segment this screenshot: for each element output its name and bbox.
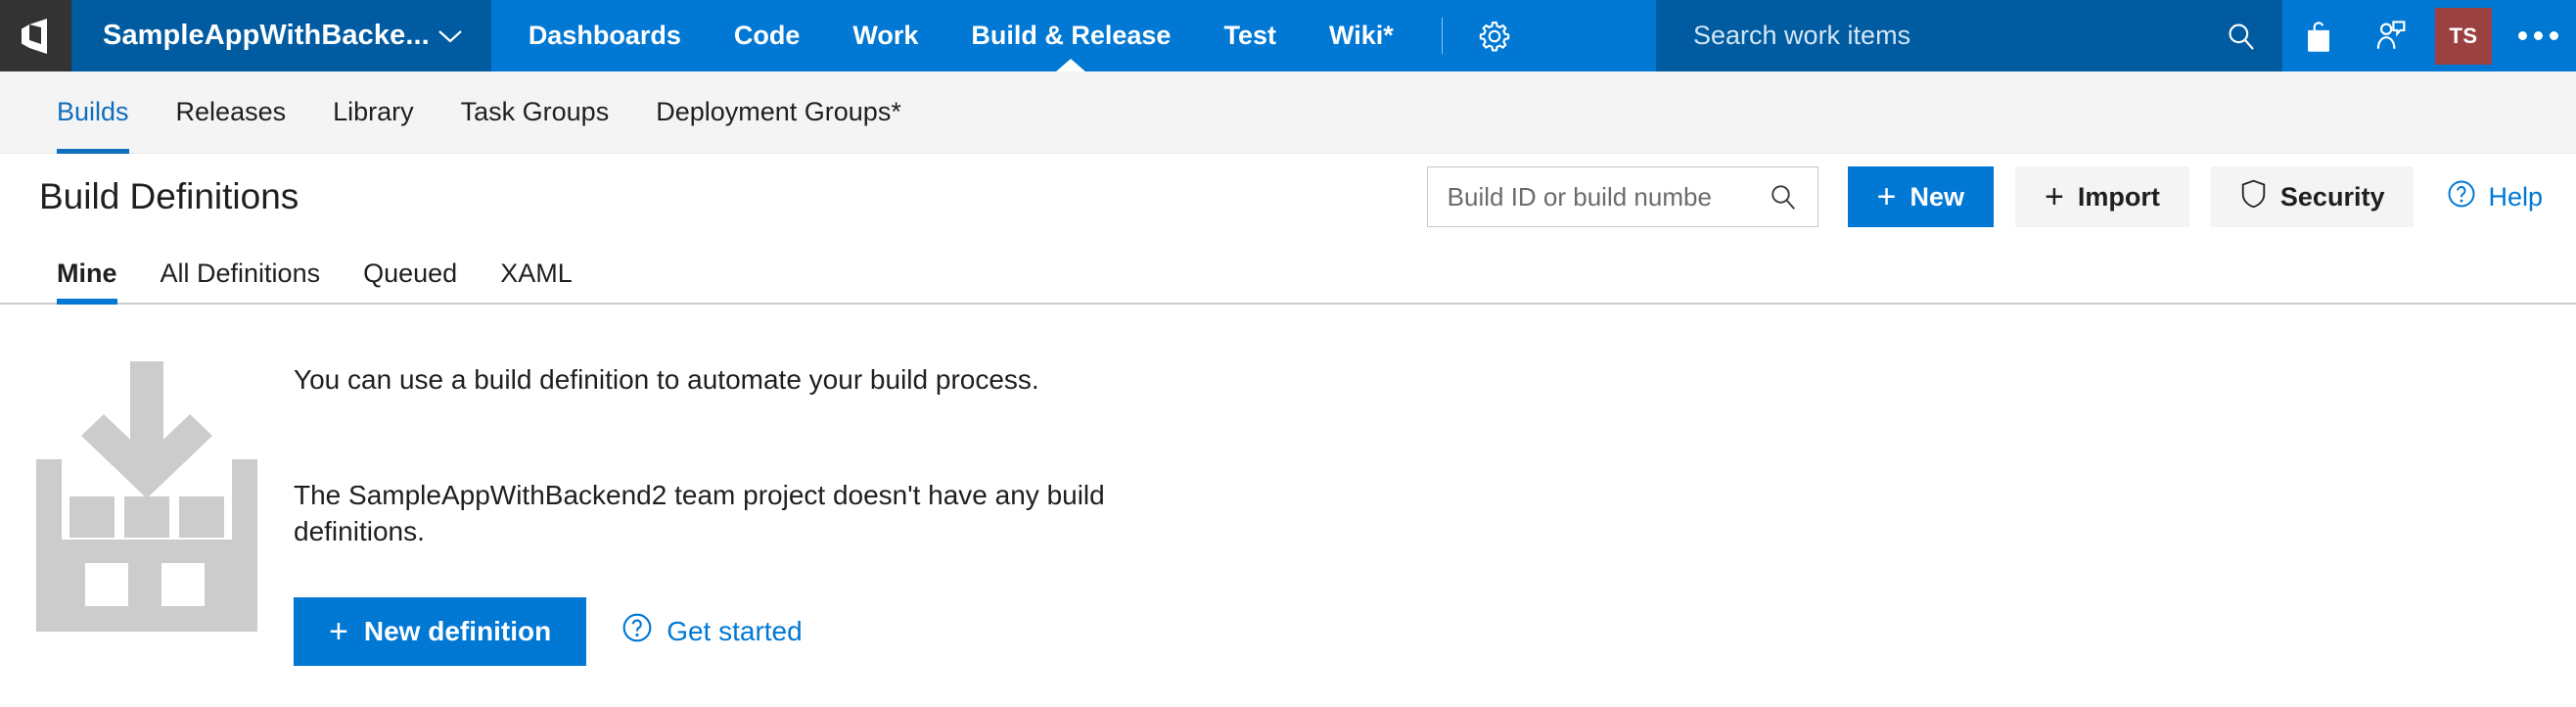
main-navigation: Dashboards Code Work Build & Release Tes… bbox=[491, 0, 1420, 71]
help-label: Help bbox=[2488, 181, 2543, 212]
hub-item-deployment-groups[interactable]: Deployment Groups* bbox=[632, 71, 925, 154]
tab-xaml[interactable]: XAML bbox=[479, 244, 594, 303]
tab-mine[interactable]: Mine bbox=[35, 244, 139, 305]
nav-label: Code bbox=[733, 21, 801, 50]
project-name: SampleAppWithBacke... bbox=[103, 20, 430, 51]
dot bbox=[2533, 31, 2543, 40]
page-header-row: Build Definitions + New + Import bbox=[0, 154, 2576, 240]
plus-icon: + bbox=[1876, 178, 1897, 215]
avatar[interactable]: TS bbox=[2435, 7, 2492, 65]
dot bbox=[2517, 31, 2527, 40]
more-dots bbox=[2517, 31, 2558, 40]
hub-label: Library bbox=[333, 97, 414, 126]
top-navigation-bar: SampleAppWithBacke... Dashboards Code Wo… bbox=[0, 0, 2576, 71]
hub-label: Releases bbox=[175, 97, 287, 126]
search-placeholder: Search work items bbox=[1693, 21, 1911, 50]
question-circle-icon bbox=[2447, 179, 2476, 215]
work-items-search[interactable]: Search work items bbox=[1656, 0, 2282, 71]
nav-item-build-and-release[interactable]: Build & Release bbox=[944, 0, 1197, 71]
marketplace-icon[interactable] bbox=[2282, 0, 2355, 71]
get-started-label: Get started bbox=[667, 615, 803, 646]
nav-label: Test bbox=[1223, 21, 1276, 50]
build-bin-download-icon bbox=[0, 330, 294, 666]
empty-state-actions: + New definition Get started bbox=[294, 596, 1174, 666]
more-horizontal-icon[interactable] bbox=[2500, 0, 2576, 71]
nav-item-code[interactable]: Code bbox=[708, 0, 827, 71]
new-build-definition-button[interactable]: + New bbox=[1847, 166, 1995, 227]
search-input[interactable] bbox=[1447, 181, 1761, 212]
tab-queued[interactable]: Queued bbox=[342, 244, 479, 303]
plus-icon: + bbox=[2045, 178, 2064, 215]
tab-label: Queued bbox=[363, 258, 458, 288]
help-link[interactable]: Help bbox=[2447, 179, 2543, 215]
nav-item-wiki[interactable]: Wiki* bbox=[1303, 0, 1420, 71]
tab-all-definitions[interactable]: All Definitions bbox=[139, 244, 343, 303]
tab-label: All Definitions bbox=[160, 258, 321, 288]
nav-divider bbox=[1441, 18, 1443, 54]
avatar-initials: TS bbox=[2449, 23, 2478, 48]
plus-icon: + bbox=[329, 612, 348, 650]
import-button-label: Import bbox=[2077, 181, 2160, 212]
security-button[interactable]: Security bbox=[2210, 166, 2415, 227]
pivot-tabs: Mine All Definitions Queued XAML bbox=[0, 240, 2576, 305]
nav-item-dashboards[interactable]: Dashboards bbox=[491, 0, 708, 71]
nav-label: Work bbox=[852, 21, 919, 50]
security-button-label: Security bbox=[2279, 181, 2385, 212]
get-started-link[interactable]: Get started bbox=[621, 612, 803, 650]
hub-label: Deployment Groups* bbox=[656, 97, 901, 126]
new-definition-label: New definition bbox=[363, 615, 552, 646]
question-circle-icon bbox=[621, 612, 653, 650]
empty-state-line-1: You can use a build definition to automa… bbox=[294, 364, 1039, 395]
new-definition-button[interactable]: + New definition bbox=[294, 596, 587, 666]
empty-state-body: You can use a build definition to automa… bbox=[294, 330, 1174, 666]
project-selector[interactable]: SampleAppWithBacke... bbox=[71, 0, 491, 71]
nav-item-test[interactable]: Test bbox=[1197, 0, 1303, 71]
dot bbox=[2549, 31, 2558, 40]
tab-label: XAML bbox=[500, 258, 573, 288]
search-icon[interactable] bbox=[1769, 182, 1798, 212]
chevron-down-icon bbox=[438, 29, 462, 43]
new-button-label: New bbox=[1909, 181, 1965, 212]
hub-item-task-groups[interactable]: Task Groups bbox=[437, 71, 633, 154]
hub-item-library[interactable]: Library bbox=[309, 71, 437, 154]
nav-label: Build & Release bbox=[971, 21, 1172, 50]
empty-state-line-2: The SampleAppWithBackend2 team project d… bbox=[294, 479, 1105, 547]
search-icon[interactable] bbox=[2226, 21, 2257, 52]
tab-label: Mine bbox=[57, 258, 117, 288]
nav-label: Wiki* bbox=[1328, 21, 1394, 50]
build-search-box[interactable] bbox=[1426, 166, 1818, 227]
user-feedback-icon[interactable] bbox=[2355, 0, 2427, 71]
import-button[interactable]: + Import bbox=[2015, 166, 2189, 227]
hub-item-builds[interactable]: Builds bbox=[33, 71, 153, 154]
page-title: Build Definitions bbox=[39, 176, 299, 216]
hub-item-releases[interactable]: Releases bbox=[153, 71, 310, 154]
vsts-logo-icon[interactable] bbox=[0, 0, 71, 71]
hub-label: Builds bbox=[57, 97, 129, 126]
nav-item-work[interactable]: Work bbox=[826, 0, 944, 71]
nav-label: Dashboards bbox=[528, 21, 681, 50]
toolbar: + New + Import Security Help bbox=[1426, 166, 2543, 227]
gear-icon[interactable] bbox=[1462, 0, 1527, 71]
hub-label: Task Groups bbox=[460, 97, 610, 126]
hub-navigation: Builds Releases Library Task Groups Depl… bbox=[0, 71, 2576, 154]
shield-icon bbox=[2240, 179, 2267, 215]
empty-state: You can use a build definition to automa… bbox=[0, 305, 2576, 666]
